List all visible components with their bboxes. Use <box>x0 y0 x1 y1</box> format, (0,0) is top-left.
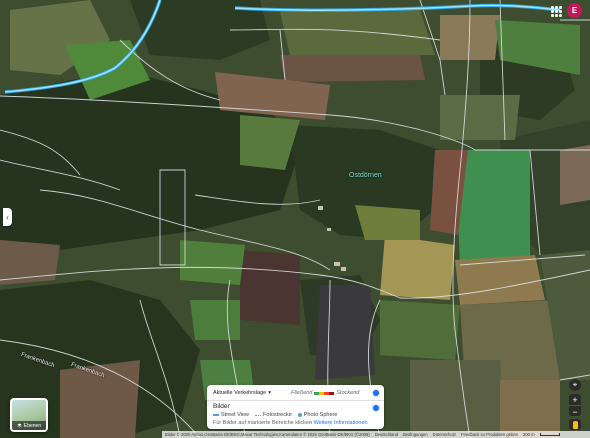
traffic-dropdown[interactable]: Aktuelle Verkehrslage ▾ <box>213 390 271 396</box>
scale-bar <box>539 433 560 436</box>
legend-photo-path: Fotostrecke <box>255 412 292 418</box>
scale-label[interactable]: 200 m <box>523 432 535 437</box>
field <box>410 360 505 438</box>
field <box>380 235 455 300</box>
field <box>380 300 460 360</box>
field <box>455 150 530 265</box>
traffic-scale: Fließend Stockend <box>291 390 359 396</box>
field <box>190 300 240 340</box>
my-location-button[interactable]: ⌖ <box>569 379 581 391</box>
legend-street-view: Street View <box>213 412 249 418</box>
field <box>355 205 420 240</box>
field <box>315 285 375 380</box>
traffic-slow-label: Stockend <box>336 390 360 396</box>
field <box>280 10 435 55</box>
field <box>455 255 545 305</box>
account-avatar[interactable]: E <box>567 3 582 18</box>
terms-link[interactable]: Bedingungen <box>403 432 428 437</box>
images-toggle[interactable] <box>373 405 379 411</box>
place-label[interactable]: Ostdörnen <box>349 172 382 179</box>
traffic-dropdown-label: Aktuelle Verkehrslage <box>213 390 267 396</box>
field <box>440 95 520 140</box>
apps-grid-icon[interactable] <box>550 5 562 17</box>
caret-down-icon: ▾ <box>268 390 271 396</box>
legend-photo-sphere: Photo Sphere <box>297 412 337 418</box>
my-location-icon: ⌖ <box>572 380 578 389</box>
chevron-left-icon: ‹ <box>6 212 9 222</box>
layers-label: Ebenen <box>23 422 42 429</box>
traffic-toggle[interactable] <box>373 390 379 396</box>
field <box>180 240 245 285</box>
legend-info-text: Für Bilder auf markierte Bereiche klicke… <box>213 420 313 426</box>
attribution-bar: Bilder © 2025 Airbus,GeoBasis-DE/BKG,Max… <box>162 431 590 438</box>
field <box>0 240 60 285</box>
photo-path-line-icon <box>255 414 262 416</box>
street-view-line-icon <box>213 414 219 416</box>
field <box>500 380 560 438</box>
pegman-icon <box>572 420 578 429</box>
field <box>560 145 590 205</box>
layers-button[interactable]: Ebenen <box>10 398 48 432</box>
imagery-attribution: Bilder © 2025 Airbus,GeoBasis-DE/BKG,Max… <box>165 432 370 437</box>
feedback-link[interactable]: Feedback zu Produkten geben <box>461 432 518 437</box>
images-title: Bilder <box>213 403 230 410</box>
privacy-link[interactable]: Datenschutz <box>433 432 456 437</box>
zoom-controls: + − <box>569 394 581 417</box>
layers-icon <box>17 423 22 428</box>
photo-sphere-dot-icon <box>297 413 302 417</box>
traffic-fast-label: Fließend <box>290 390 313 396</box>
zoom-out-button[interactable]: − <box>569 406 581 417</box>
country-link[interactable]: Deutschland <box>375 432 398 437</box>
legend-divider <box>207 400 384 401</box>
satellite-map[interactable]: Ostdörnen Frankenbach Frankenbach E ‹ Eb… <box>0 0 590 438</box>
more-info-link[interactable]: Weitere Informationen <box>314 420 368 426</box>
legend-panel: Aktuelle Verkehrslage ▾ Fließend Stocken… <box>207 385 384 429</box>
zoom-in-button[interactable]: + <box>569 394 581 406</box>
field <box>280 55 425 82</box>
field <box>240 250 300 325</box>
collapse-side-panel-button[interactable]: ‹ <box>3 208 12 226</box>
pegman-button[interactable] <box>569 419 581 430</box>
traffic-color-scale <box>314 391 335 395</box>
